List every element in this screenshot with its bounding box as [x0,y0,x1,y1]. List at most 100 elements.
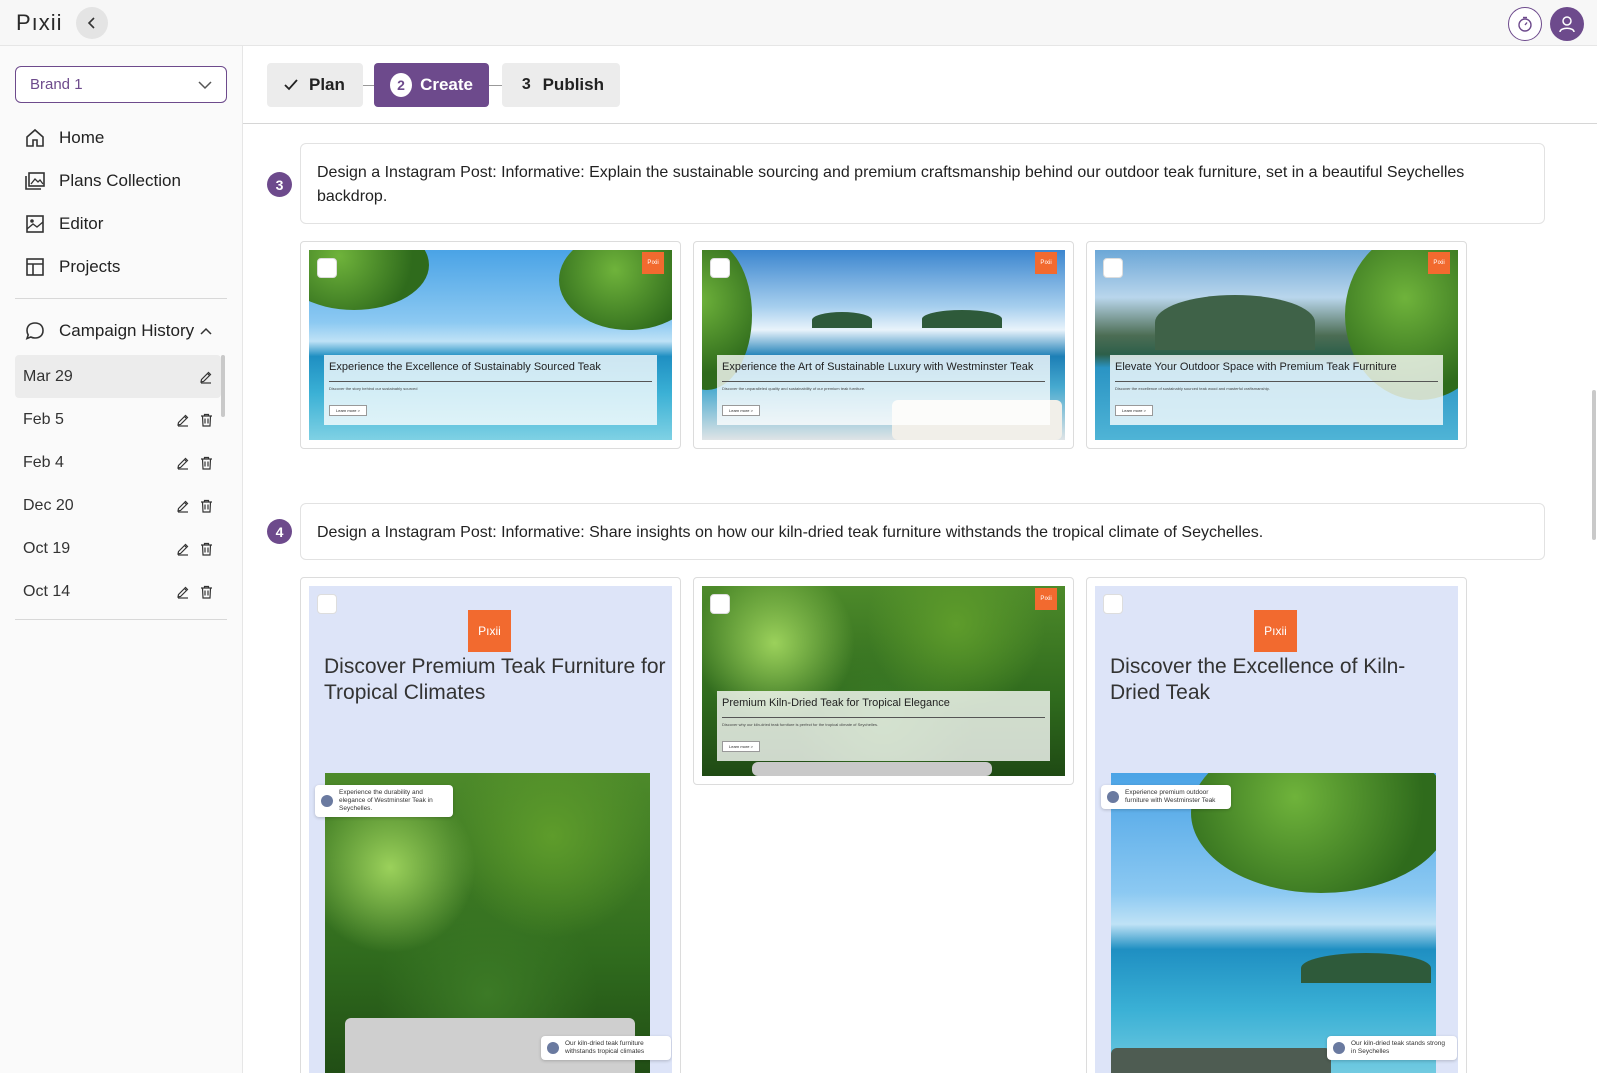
island [1155,295,1315,350]
history-item[interactable]: Feb 4 [15,441,221,484]
app-logo[interactable]: Pıxii [16,10,63,36]
design-preview: Pıxii Discover Premium Teak Furniture fo… [309,586,672,1073]
design-card[interactable]: Pıxii Premium Kiln-Dried Teak for Tropic… [693,577,1074,785]
history-scrollbar[interactable] [221,355,225,417]
design-preview: Pıxii Elevate Your Outdoor Space with Pr… [1095,250,1458,440]
home-icon [23,126,47,150]
trash-icon[interactable] [200,585,213,599]
overlay-title: Elevate Your Outdoor Space with Premium … [1115,361,1438,382]
edit-icon[interactable] [176,585,190,599]
main-content: 3 Design a Instagram Post: Informative: … [243,125,1597,1073]
avatar [1107,791,1119,803]
user-icon [1559,16,1575,33]
nav-item-label: Plans Collection [59,170,181,190]
history-item-label: Feb 5 [23,410,64,428]
campaign-history-toggle[interactable]: Campaign History [15,316,227,346]
nav-item-projects[interactable]: Projects [15,245,227,288]
collapse-sidebar-button[interactable] [76,7,108,39]
trash-icon[interactable] [200,413,213,427]
testimonial-bubble: Our kiln-dried teak furniture withstands… [541,1036,671,1060]
bubble-text: Our kiln-dried teak furniture withstands… [565,1040,645,1055]
history-item[interactable]: Dec 20 [15,484,221,527]
pixii-tag: Pıxii [1035,252,1057,274]
overlay-title: Experience the Art of Sustainable Luxury… [722,361,1045,382]
design-card[interactable]: Pıxii Experience the Excellence of Susta… [300,241,681,449]
select-checkbox[interactable] [317,258,337,278]
overlay-title: Premium Kiln-Dried Teak for Tropical Ele… [722,697,1045,718]
step-publish-number: 3 [521,76,531,93]
design-card[interactable]: Pıxii Discover Premium Teak Furniture fo… [300,577,681,1073]
jungle-photo [325,773,650,1073]
select-checkbox[interactable] [710,594,730,614]
stepper: Plan 2 Create 3 Publish [243,46,1597,124]
edit-icon[interactable] [176,499,190,513]
avatar [1333,1042,1345,1054]
select-checkbox[interactable] [317,594,337,614]
overlay-subtitle: Discover the story behind our sustainabl… [329,386,418,391]
timer-button[interactable] [1508,7,1542,41]
overlay-cta: Learn more > [329,405,367,416]
bubble-text: Our kiln-dried teak stands strong in Sey… [1351,1040,1445,1055]
timer-icon [1518,16,1532,32]
history-item[interactable]: Mar 29 [15,355,221,398]
design-preview: Pıxii Experience the Excellence of Susta… [309,250,672,440]
history-item[interactable]: Oct 14 [15,570,221,613]
design-card[interactable]: Pıxii Experience the Art of Sustainable … [693,241,1074,449]
trash-icon[interactable] [200,542,213,556]
select-checkbox[interactable] [1103,258,1123,278]
prompt-box: Design a Instagram Post: Informative: Sh… [300,503,1545,560]
trash-icon[interactable] [200,456,213,470]
step-publish[interactable]: 3 Publish [502,63,620,107]
testimonial-bubble: Experience the durability and elegance o… [315,785,453,817]
sidebar-divider [15,298,227,299]
prompt-box: Design a Instagram Post: Informative: Ex… [300,143,1545,224]
bubble-text: Experience the durability and elegance o… [339,789,433,812]
nav-item-editor[interactable]: Editor [15,202,227,245]
row-number-badge: 4 [267,519,292,544]
user-avatar-button[interactable] [1550,7,1584,41]
step-plan[interactable]: Plan [267,63,363,107]
design-card[interactable]: Pıxii Discover the Excellence of Kiln-Dr… [1086,577,1467,1073]
edit-icon[interactable] [176,456,190,470]
trash-icon[interactable] [200,499,213,513]
text-overlay: Premium Kiln-Dried Teak for Tropical Ele… [717,691,1050,761]
history-item[interactable]: Oct 19 [15,527,221,570]
step-connector [363,85,374,86]
overlay-subtitle: Discover the excellence of sustainably s… [1115,386,1270,391]
select-checkbox[interactable] [710,258,730,278]
history-item-label: Oct 14 [23,582,71,600]
top-bar: Pıxii [0,0,1597,46]
images-icon [23,169,47,193]
bubble-text: Experience premium outdoor furniture wit… [1125,789,1216,804]
image-edit-icon [23,212,47,236]
text-overlay: Experience the Art of Sustainable Luxury… [717,355,1050,425]
history-item[interactable]: Feb 5 [15,398,221,441]
brand-select[interactable]: Brand 1 [15,66,227,103]
pixii-tag: Pıxii [642,252,664,274]
chevron-down-icon [198,80,212,89]
history-item-label: Mar 29 [23,367,73,385]
testimonial-bubble: Our kiln-dried teak stands strong in Sey… [1327,1036,1457,1060]
overlay-subtitle: Discover the unparalleled quality and su… [722,386,866,391]
step-create[interactable]: 2 Create [374,63,489,107]
text-overlay: Elevate Your Outdoor Space with Premium … [1110,355,1443,425]
design-preview: Pıxii Premium Kiln-Dried Teak for Tropic… [702,586,1065,776]
text-overlay: Experience the Excellence of Sustainably… [324,355,657,425]
nav-item-home[interactable]: Home [15,116,227,159]
overlay-cta: Learn more > [722,405,760,416]
sofa [1111,1048,1331,1073]
nav-item-plans-collection[interactable]: Plans Collection [15,159,227,202]
select-checkbox[interactable] [1103,594,1123,614]
sidebar-divider [15,619,227,620]
step-publish-label: Publish [542,75,604,94]
nav-item-label: Home [59,127,105,147]
main-scrollbar[interactable] [1592,390,1596,540]
chevron-left-icon [87,17,95,29]
edit-icon[interactable] [176,413,190,427]
beach-photo [1111,773,1436,1073]
edit-icon[interactable] [199,370,213,384]
overlay-title: Experience the Excellence of Sustainably… [329,361,652,382]
chevron-up-icon [200,327,212,335]
design-card[interactable]: Pıxii Elevate Your Outdoor Space with Pr… [1086,241,1467,449]
edit-icon[interactable] [176,542,190,556]
